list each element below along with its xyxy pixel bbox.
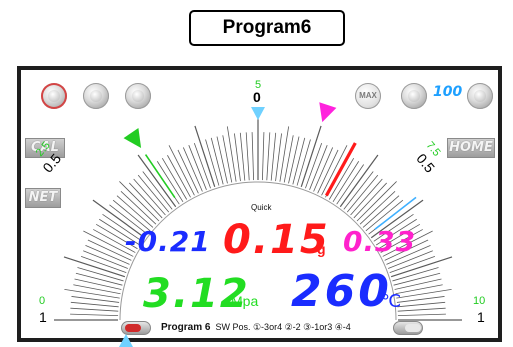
gauge-tick bbox=[177, 149, 199, 194]
gauge-tick bbox=[394, 278, 442, 290]
gauge-tick bbox=[350, 178, 383, 216]
gauge-tick bbox=[396, 296, 445, 303]
footer-info: Program 6 SW Pos. ①-3or4 ②-2 ③-1or3 ④-4 bbox=[161, 322, 351, 333]
gauge-tick bbox=[182, 147, 203, 192]
right-small-readout: 0.33 bbox=[343, 225, 417, 258]
left-small-readout: -0.21 bbox=[125, 225, 211, 258]
gauge-tick bbox=[120, 191, 157, 225]
gauge-tick bbox=[194, 125, 216, 188]
top-cyan-pointer bbox=[251, 107, 265, 120]
gauge-panel: MAX 100 CAL NET HOME 5 0 2.5 0.5 7.5 0.5… bbox=[17, 66, 502, 342]
gauge-tick bbox=[210, 137, 224, 185]
left-toggle-switch[interactable] bbox=[121, 321, 151, 335]
gauge-tick bbox=[266, 132, 271, 181]
gauge-tick bbox=[397, 313, 446, 317]
gauge-tick bbox=[292, 137, 306, 185]
gauge-tick bbox=[85, 244, 130, 265]
max-button-label: MAX bbox=[359, 91, 377, 100]
temperature-unit: ℃ bbox=[381, 291, 402, 311]
gauge-needle bbox=[325, 142, 357, 197]
gauge-tick bbox=[71, 296, 120, 303]
gauge-tick bbox=[359, 191, 396, 225]
right-end-mark-black: 1 bbox=[477, 309, 485, 325]
gauge-tick bbox=[116, 195, 154, 228]
gauge-tick bbox=[275, 133, 282, 182]
gauge-tick bbox=[70, 301, 119, 308]
gauge-tick bbox=[288, 136, 300, 184]
speed-up-button[interactable] bbox=[467, 83, 493, 109]
round-button-2[interactable] bbox=[83, 83, 109, 109]
green-marker-pointer bbox=[123, 128, 142, 148]
right-toggle-knob bbox=[405, 324, 421, 332]
max-button[interactable]: MAX bbox=[355, 83, 381, 109]
gauge-tick bbox=[397, 307, 446, 312]
gauge-tick bbox=[321, 145, 348, 196]
left-toggle-knob bbox=[125, 324, 141, 332]
gauge-tick bbox=[393, 272, 441, 286]
power-button[interactable] bbox=[41, 83, 67, 109]
gauge-tick bbox=[346, 174, 379, 213]
gauge-tick bbox=[70, 313, 119, 317]
right-toggle-switch[interactable] bbox=[393, 321, 423, 335]
mode-label: Quick bbox=[251, 203, 272, 212]
gauge-tick bbox=[300, 125, 322, 188]
gauge-tick bbox=[261, 132, 265, 181]
round-button-3[interactable] bbox=[125, 83, 151, 109]
footer-program: Program 6 bbox=[161, 322, 211, 333]
speed-down-button[interactable] bbox=[401, 83, 427, 109]
temperature-readout: 260 bbox=[291, 266, 392, 317]
footer-sw-positions: SW Pos. ①-3or4 ②-2 ③-1or3 ④-4 bbox=[215, 322, 351, 332]
gauge-tick bbox=[245, 132, 250, 181]
gauge-tick bbox=[133, 178, 166, 216]
net-button[interactable]: NET bbox=[25, 188, 61, 208]
magenta-marker-pointer bbox=[319, 102, 337, 123]
gauge-tick bbox=[168, 145, 195, 196]
gauge-tick bbox=[129, 182, 163, 219]
speed-value: 100 bbox=[433, 84, 463, 100]
gauge-tick bbox=[397, 301, 446, 308]
gauge-tick bbox=[395, 284, 443, 295]
gauge-tick bbox=[313, 147, 334, 192]
gauge-tick bbox=[390, 256, 453, 278]
gauge-tick bbox=[222, 135, 233, 183]
main-readout: 0.15 bbox=[223, 217, 330, 263]
gauge-tick bbox=[75, 272, 123, 286]
gauge-tick bbox=[239, 132, 246, 181]
bottom-cyan-pointer bbox=[119, 334, 133, 347]
gauge-tick bbox=[216, 136, 228, 184]
gauge-tick bbox=[317, 149, 339, 194]
left-end-mark-green: 0 bbox=[39, 295, 46, 307]
home-button[interactable]: HOME bbox=[447, 138, 495, 158]
gauge-tick bbox=[70, 307, 119, 312]
program-title: Program6 bbox=[222, 17, 312, 38]
right-end-mark-green: 10 bbox=[473, 295, 486, 307]
program-title-box: Program6 bbox=[189, 10, 345, 46]
gauge-tick bbox=[234, 133, 241, 182]
gauge-tick bbox=[74, 278, 122, 290]
top-mark-black: 0 bbox=[253, 89, 261, 105]
gauge-tick bbox=[251, 132, 255, 181]
gauge-tick bbox=[353, 182, 387, 219]
pressure-unit: Mpa bbox=[231, 293, 259, 309]
gauge-tick bbox=[73, 284, 121, 295]
gauge-tick bbox=[283, 135, 294, 183]
gauge-tick bbox=[63, 256, 126, 278]
main-unit: g bbox=[317, 241, 326, 257]
gauge-tick bbox=[270, 132, 277, 181]
gauge-tick bbox=[362, 195, 400, 228]
left-end-mark-black: 1 bbox=[39, 309, 47, 325]
